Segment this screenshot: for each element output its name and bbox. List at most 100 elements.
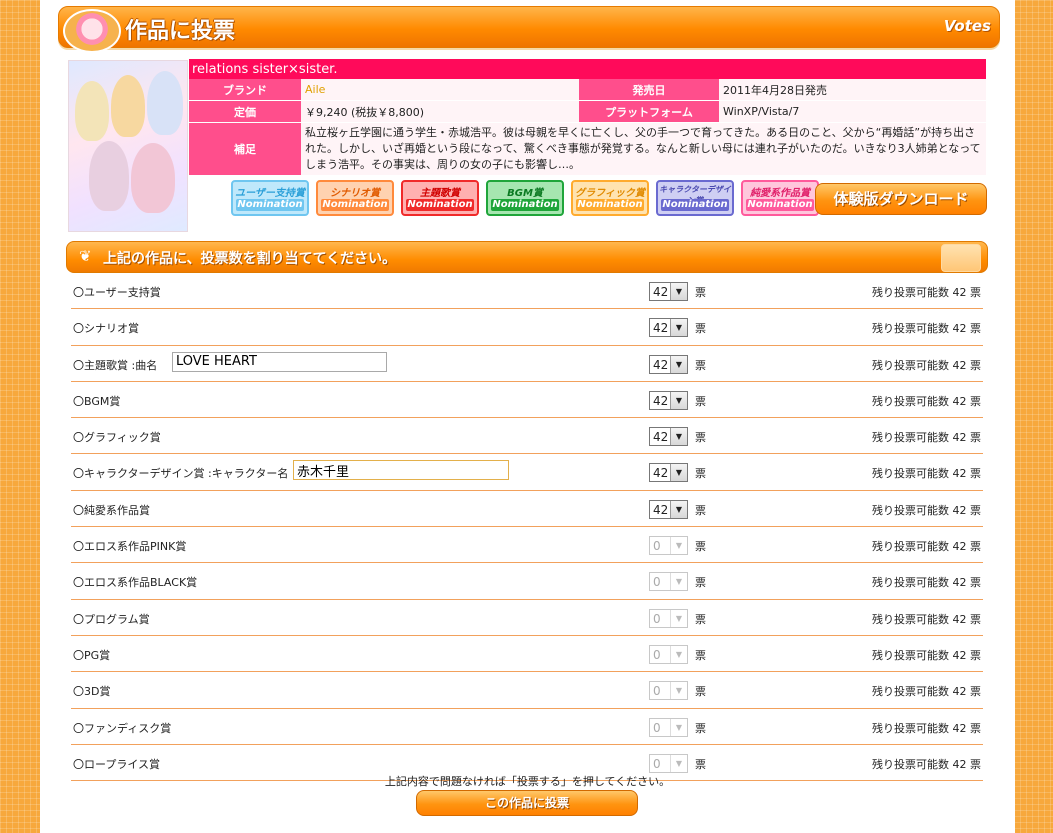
award-name: 〇プログラム賞 [73,612,150,626]
chevron-down-icon: ▼ [670,464,687,482]
nomination-pure-love[interactable]: 純愛系作品賞 Nomination [741,180,819,216]
chevron-down-icon: ▼ [670,682,687,700]
chevron-down-icon: ▼ [670,500,687,518]
character-name-input[interactable] [293,460,509,481]
trial-download-button[interactable]: 体験版ダウンロード [815,183,987,215]
platform-value: WinXP/Vista/7 [719,100,986,123]
note-value: 私立桜ヶ丘学園に通う学生・赤城浩平。彼は母親を早くに亡くし、父の手一つで育ってき… [301,122,986,176]
chevron-down-icon: ▼ [670,645,687,663]
song-title-input[interactable] [172,351,387,372]
vote-count-select: 0 ▼ [649,717,688,737]
unit-label: 票 [695,685,706,699]
remaining-votes: 残り投票可能数 42 票 [872,648,981,662]
vote-count-select[interactable]: 42 ▼ [649,282,688,301]
unit-label: 票 [695,648,706,662]
vote-count-select[interactable]: 42 ▼ [649,318,688,338]
award-name: 〇キャラクターデザイン賞 :キャラクター名 [73,467,289,481]
award-name: 〇シナリオ賞 [73,322,139,336]
vote-count-select: 0 ▼ [649,681,688,701]
nomination-theme-song[interactable]: 主題歌賞 Nomination [401,180,479,216]
vote-count-select[interactable]: 42 ▼ [649,390,688,410]
unit-label: 票 [695,612,706,626]
remaining-votes: 残り投票可能数 42 票 [872,540,981,554]
chevron-down-icon: ▼ [670,537,687,555]
mascot-icon [63,9,121,53]
award-name: 〇純愛系作品賞 [73,503,150,517]
page-title: 作品に投票 [125,19,236,44]
nomination-character-design[interactable]: キャラクターデザイン賞 Nomination [656,180,734,216]
award-name: 〇ファンディスク賞 [73,721,172,735]
remaining-votes: 残り投票可能数 42 票 [872,467,981,481]
vote-row: 〇PG賞 0 ▼ 票 残り投票可能数 42 票 [71,636,983,673]
product-info-table: relations sister×sister. ブランド Aile 発売日 2… [189,59,986,176]
award-name: 〇ユーザー支持賞 [73,286,161,299]
votes-label: Votes [943,17,991,35]
award-name: 〇ロープライス賞 [73,757,161,771]
header-bar: 作品に投票 Votes [58,6,1000,53]
unit-label: 票 [695,358,706,372]
submit-vote-button[interactable]: この作品に投票 [416,790,638,816]
vote-row: 〇主題歌賞 :曲名 42▼ 票 残り投票可能数 42 票 [71,346,983,382]
remaining-votes: 残り投票可能数 42 票 [872,612,981,626]
remaining-votes: 残り投票可能数 42 票 [872,503,981,517]
price-value: ￥9,240 (税抜￥8,800) [301,100,579,123]
remaining-votes: 残り投票可能数 42 票 [872,721,981,735]
unit-label: 票 [695,322,706,336]
chevron-down-icon: ▼ [670,355,687,373]
price-label: 定価 [189,100,301,123]
brand-value[interactable]: Aile [301,79,579,101]
unit-label: 票 [695,431,706,445]
vote-count-select: 0 ▼ [649,644,688,664]
nomination-bgm[interactable]: BGM賞 Nomination [486,180,564,216]
nomination-graphic[interactable]: グラフィック賞 Nomination [571,180,649,216]
vote-rows: 〇ユーザー支持賞 42 ▼ 票 残り投票可能数 42 票 〇シナリオ賞 42 ▼ 票… [71,273,983,782]
remaining-votes: 残り投票可能数 42 票 [872,576,981,590]
chevron-down-icon: ▼ [670,428,687,446]
vote-count-select: 0 ▼ [649,536,688,556]
vote-row: 〇キャラクターデザイン賞 :キャラクター名 42▼ 票 残り投票可能数 42 票 [71,454,983,491]
vote-count-select[interactable]: 42 ▼ [649,354,688,374]
section-title: 上記の作品に、投票数を割り当ててください。 [103,251,397,267]
remaining-votes: 残り投票可能数 42 票 [872,394,981,408]
remaining-votes: 残り投票可能数 42 票 [872,685,981,699]
vote-count-select[interactable]: 42 ▼ [649,499,688,519]
vote-row: 〇プログラム賞 0 ▼ 票 残り投票可能数 42 票 [71,600,983,636]
product-title: relations sister×sister. [189,59,986,79]
unit-label: 票 [695,576,706,590]
unit-label: 票 [695,540,706,554]
vote-count-select: 0 ▼ [649,608,688,628]
nomination-scenario[interactable]: シナリオ賞 Nomination [316,180,394,216]
vote-row: 〇純愛系作品賞 42 ▼ 票 残り投票可能数 42 票 [71,491,983,528]
chevron-down-icon: ▼ [670,609,687,627]
remaining-votes: 残り投票可能数 42 票 [872,286,981,299]
vote-count-select[interactable]: 42 ▼ [649,427,688,447]
vote-row: 〇グラフィック賞 42 ▼ 票 残り投票可能数 42 票 [71,418,983,455]
vote-row: 〇BGM賞 42 ▼ 票 残り投票可能数 42 票 [71,382,983,419]
award-name: 〇主題歌賞 :曲名 [73,358,158,372]
note-label: 補足 [189,122,301,176]
vote-count-select: 0 ▼ [649,572,688,592]
award-name: 〇グラフィック賞 [73,431,161,445]
unit-label: 票 [695,394,706,408]
confirm-text: 上記内容で問題なければ「投票する」を押してください。 [384,775,671,788]
chevron-down-icon: ▼ [670,573,687,591]
remaining-votes: 残り投票可能数 42 票 [872,358,981,372]
tag-icon [941,244,981,272]
unit-label: 票 [695,467,706,481]
page-panel: 作品に投票 Votes relations sister×sister. ブラン… [40,0,1015,833]
vote-row: 〇エロス系作品BLACK賞 0 ▼ 票 残り投票可能数 42 票 [71,563,983,600]
chevron-down-icon: ▼ [670,283,687,300]
vote-count-select[interactable]: 42 ▼ [649,463,688,483]
remaining-votes: 残り投票可能数 42 票 [872,431,981,445]
leaf-icon: ❦ [79,247,92,265]
award-name: 〇BGM賞 [73,394,121,408]
unit-label: 票 [695,503,706,517]
vote-row: 〇ファンディスク賞 0 ▼ 票 残り投票可能数 42 票 [71,709,983,745]
nomination-user-support[interactable]: ユーザー支持賞 Nomination [231,180,309,216]
unit-label: 票 [695,757,706,771]
release-label: 発売日 [579,79,719,101]
chevron-down-icon: ▼ [670,319,687,337]
release-value: 2011年4月28日発売 [719,79,986,101]
vote-row: 〇ユーザー支持賞 42 ▼ 票 残り投票可能数 42 票 [71,273,983,310]
platform-label: プラットフォーム [579,100,719,123]
